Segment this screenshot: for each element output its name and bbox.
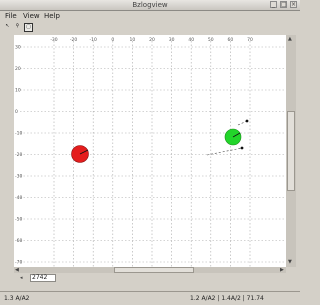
zoom-handle-icon[interactable]: ◂ (20, 275, 23, 281)
title-bar: Bzlogview _ □ × (0, 0, 300, 11)
scroll-left-icon[interactable]: ◀ (15, 267, 19, 273)
window-title: Bzlogview (132, 1, 168, 9)
x-tick-label: -10 (90, 37, 97, 43)
y-tick-label: -30 (15, 174, 22, 180)
y-tick-label: 0 (15, 109, 18, 115)
y-tick-label: -70 (15, 260, 22, 266)
x-tick-labels: -30 -20 -10 0 10 20 30 40 50 60 70 (50, 37, 253, 43)
y-tick-label: 10 (15, 88, 21, 94)
y-tick-label: -10 (15, 131, 22, 137)
status-left: 1.3 A/A2 (4, 295, 30, 302)
menu-bar: File View Help (0, 11, 300, 21)
x-tick-label: 50 (208, 37, 214, 43)
green-target-marker (245, 119, 249, 123)
x-tick-label: -30 (50, 37, 57, 43)
pointer-icon: ↖ (5, 23, 10, 29)
vertical-scroll-thumb[interactable] (287, 111, 295, 191)
horizontal-scrollbar[interactable]: ◀ ▶ (14, 267, 286, 273)
scroll-down-icon[interactable]: ▼ (288, 259, 292, 265)
menu-file[interactable]: File (5, 12, 17, 20)
map-canvas[interactable]: -30 -20 -10 0 10 20 30 40 50 60 70 30 20 10 0 -10 -20 -3… (14, 35, 286, 267)
select-box-icon: ▢ (26, 24, 31, 30)
scroll-right-icon[interactable]: ▶ (280, 267, 284, 273)
grid-lines (20, 41, 286, 267)
y-tick-label: -20 (15, 152, 22, 158)
x-tick-label: 70 (247, 37, 253, 43)
menu-view[interactable]: View (23, 12, 40, 20)
y-tick-label: 30 (15, 45, 21, 51)
x-tick-label: 0 (111, 37, 114, 43)
grid-layer: -30 -20 -10 0 10 20 30 40 50 60 70 3020100-10-20-3… (15, 37, 286, 267)
x-tick-label: 10 (130, 37, 136, 43)
x-tick-label: 60 (228, 37, 234, 43)
green-path-marker (240, 146, 244, 150)
horizontal-scroll-thumb[interactable] (114, 267, 194, 273)
y-tick-label: -50 (15, 217, 22, 223)
status-bar: 1.3 A/A2 1.2 A/A2 | 1.4A/2 | 71.74 (0, 291, 300, 305)
x-tick-label: 30 (169, 37, 175, 43)
zoom-tool-button[interactable]: ⚲ (13, 23, 22, 32)
status-right: 1.2 A/A2 | 1.4A/2 | 71.74 (190, 295, 264, 302)
zoom-input[interactable]: 2742 (30, 274, 56, 282)
y-tick-labels: 30 20 10 0 -10 -20 -30 -40 -50 -60 -70 (15, 45, 22, 266)
menu-help[interactable]: Help (44, 12, 60, 20)
green-path-line (206, 147, 243, 156)
y-tick-label: 20 (15, 66, 21, 72)
toolbar: ↖ ⚲ ▢ (0, 21, 300, 34)
minimize-button[interactable]: _ (270, 1, 277, 8)
pointer-tool-button[interactable]: ↖ (3, 23, 12, 32)
zoom-icon: ⚲ (15, 23, 20, 29)
x-tick-label: 40 (188, 37, 194, 43)
vertical-scrollbar[interactable]: ▲ ▼ (286, 35, 296, 267)
y-tick-label: -60 (15, 238, 22, 244)
x-tick-label: -20 (70, 37, 77, 43)
scroll-up-icon[interactable]: ▲ (288, 36, 292, 42)
close-button[interactable]: × (290, 1, 297, 8)
y-tick-label: -40 (15, 195, 22, 201)
x-tick-label: 20 (149, 37, 155, 43)
select-tool-button[interactable]: ▢ (24, 23, 33, 32)
maximize-button[interactable]: □ (280, 1, 287, 8)
green-direction-line (237, 120, 248, 126)
zoom-bar: ◂ 2742 (14, 274, 134, 282)
